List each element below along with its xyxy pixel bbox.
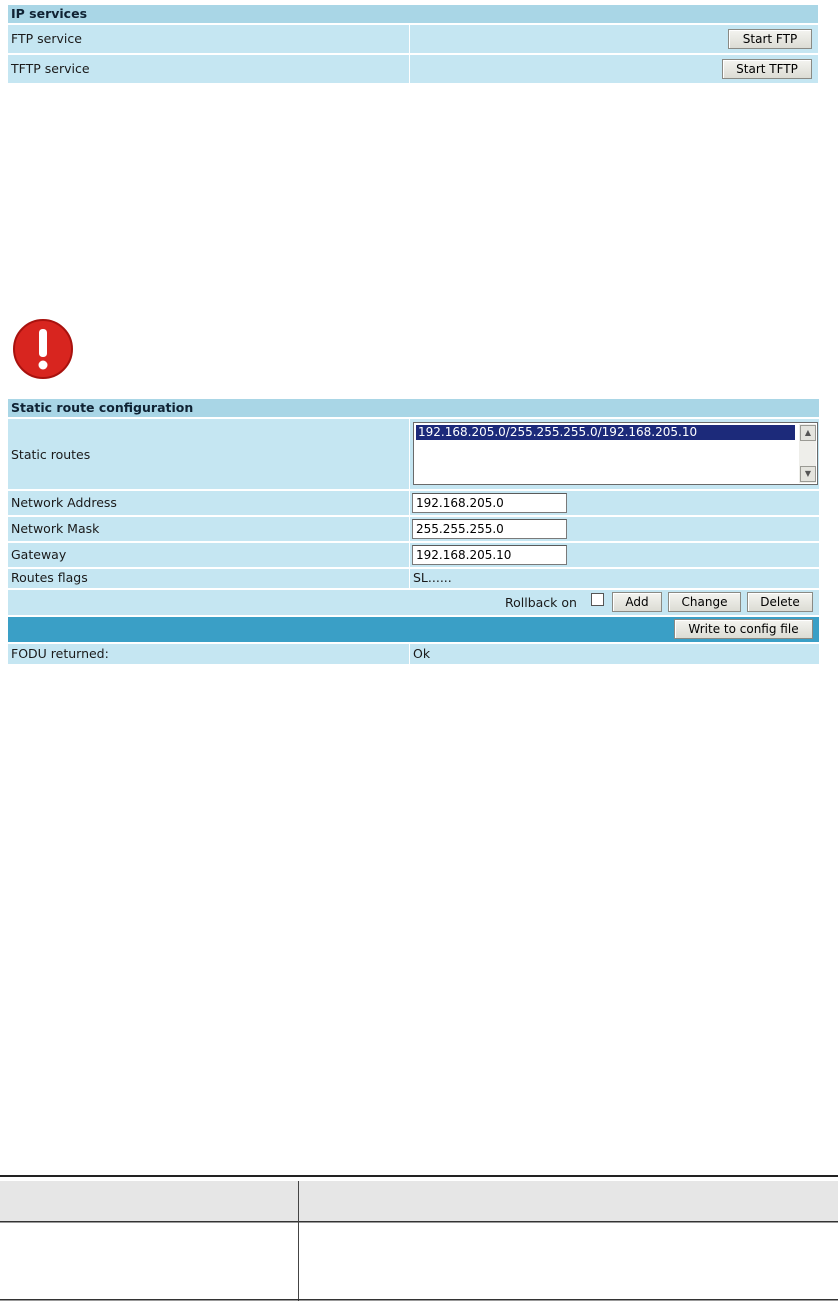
table-header-rule: [0, 1221, 838, 1223]
document-table: [0, 1175, 838, 1301]
routes-flags-row: Routes flags SL......: [8, 569, 819, 590]
static-routes-row: Static routes 192.168.205.0/255.255.255.…: [8, 419, 819, 491]
start-tftp-button[interactable]: Start TFTP: [722, 59, 812, 79]
ip-services-panel: IP services FTP service Start FTP TFTP s…: [8, 5, 818, 83]
add-button[interactable]: Add: [612, 592, 662, 612]
network-address-row: Network Address 192.168.205.0: [8, 491, 819, 517]
static-routes-label: Static routes: [11, 447, 91, 462]
column-divider: [409, 491, 410, 515]
write-config-button[interactable]: Write to config file: [674, 619, 813, 639]
table-top-rule: [0, 1175, 838, 1177]
network-address-label: Network Address: [11, 495, 117, 510]
write-config-bar: Write to config file: [8, 617, 819, 644]
fodu-returned-row: FODU returned: Ok: [8, 644, 819, 664]
gateway-label: Gateway: [11, 547, 67, 562]
fodu-returned-label: FODU returned:: [11, 646, 109, 661]
change-button[interactable]: Change: [668, 592, 741, 612]
scroll-down-icon[interactable]: ▼: [800, 466, 816, 482]
exclamation-icon: [13, 319, 73, 379]
network-address-input[interactable]: 192.168.205.0: [412, 493, 567, 513]
route-actions-row: Rollback on Add Change Delete: [8, 590, 819, 617]
scroll-up-icon[interactable]: ▲: [800, 425, 816, 441]
table-header-row: [0, 1181, 838, 1221]
routes-flags-value: SL......: [413, 570, 452, 585]
static-route-title: Static route configuration: [8, 399, 819, 419]
delete-button[interactable]: Delete: [747, 592, 813, 612]
table-bottom-rule: [0, 1299, 838, 1301]
network-mask-row: Network Mask 255.255.255.0: [8, 517, 819, 543]
column-divider: [409, 517, 410, 541]
ftp-service-label: FTP service: [11, 31, 82, 46]
gateway-input[interactable]: 192.168.205.10: [412, 545, 567, 565]
network-mask-label: Network Mask: [11, 521, 100, 536]
gateway-row: Gateway 192.168.205.10: [8, 543, 819, 569]
column-divider: [409, 25, 410, 53]
ftp-service-row: FTP service Start FTP: [8, 25, 818, 55]
rollback-label: Rollback on: [505, 595, 577, 610]
ip-services-title: IP services: [8, 5, 818, 25]
rollback-checkbox[interactable]: [591, 593, 604, 606]
static-route-item[interactable]: 192.168.205.0/255.255.255.0/192.168.205.…: [416, 425, 795, 440]
network-mask-input[interactable]: 255.255.255.0: [412, 519, 567, 539]
column-divider: [409, 55, 410, 83]
tftp-service-label: TFTP service: [11, 61, 90, 76]
routes-flags-label: Routes flags: [11, 570, 88, 585]
start-ftp-button[interactable]: Start FTP: [728, 29, 812, 49]
column-divider: [409, 543, 410, 567]
fodu-returned-value: Ok: [413, 646, 431, 661]
static-routes-listbox[interactable]: 192.168.205.0/255.255.255.0/192.168.205.…: [413, 422, 818, 485]
tftp-service-row: TFTP service Start TFTP: [8, 55, 818, 83]
column-divider: [409, 419, 410, 489]
table-column-divider: [298, 1181, 299, 1301]
listbox-scrollbar[interactable]: ▲ ▼: [799, 424, 816, 483]
static-route-panel: Static route configuration Static routes…: [8, 399, 819, 664]
column-divider: [409, 644, 410, 664]
column-divider: [409, 569, 410, 588]
